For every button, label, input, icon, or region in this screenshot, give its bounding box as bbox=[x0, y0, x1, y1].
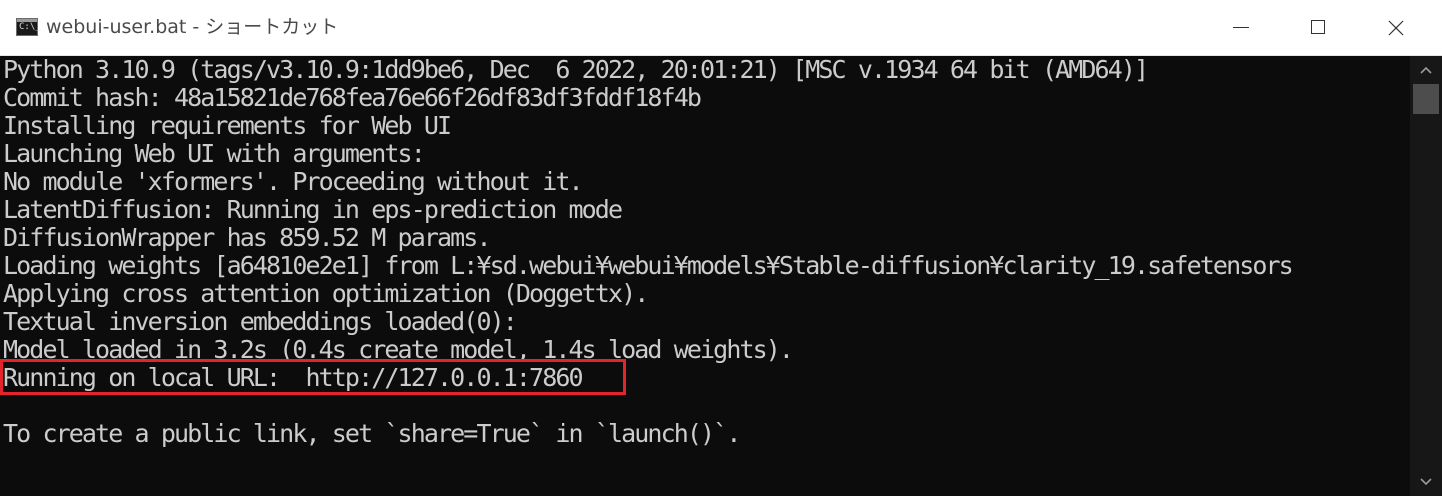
console-app-icon[interactable]: C:\_ bbox=[16, 18, 41, 36]
console-line-latent-diffusion: LatentDiffusion: Running in eps-predicti… bbox=[3, 195, 623, 224]
close-icon bbox=[1388, 20, 1404, 36]
scroll-up-button[interactable] bbox=[1410, 56, 1442, 84]
minimize-button[interactable] bbox=[1202, 0, 1280, 56]
minimize-icon bbox=[1233, 27, 1249, 28]
maximize-icon bbox=[1311, 20, 1325, 34]
close-button[interactable] bbox=[1358, 0, 1436, 56]
console-line-commit-hash: Commit hash: 48a15821de768fea76e66f26df8… bbox=[3, 83, 702, 112]
app-icon-label: C:\_ bbox=[19, 22, 41, 32]
scroll-down-button[interactable] bbox=[1410, 468, 1442, 496]
chevron-up-icon bbox=[1420, 66, 1432, 74]
console-output[interactable]: Python 3.10.9 (tags/v3.10.9:1dd9be6, Dec… bbox=[0, 56, 1410, 496]
console-line-loading-weights: Loading weights [a64810e2e1] from L:¥sd.… bbox=[3, 251, 1294, 280]
console-window: C:\_ webui-user.bat - ショートカット Python 3.1… bbox=[0, 0, 1442, 496]
chevron-down-icon bbox=[1420, 478, 1432, 486]
console-line-public-link: To create a public link, set `share=True… bbox=[3, 419, 741, 448]
maximize-button[interactable] bbox=[1280, 0, 1358, 56]
console-line-xformers: No module 'xformers'. Proceeding without… bbox=[3, 167, 584, 196]
window-title: webui-user.bat - ショートカット bbox=[46, 16, 339, 38]
console-line-launching: Launching Web UI with arguments: bbox=[3, 139, 426, 168]
vertical-scrollbar[interactable] bbox=[1410, 56, 1442, 496]
console-line-installing: Installing requirements for Web UI bbox=[3, 111, 452, 140]
console-line-textual-inversion: Textual inversion embeddings loaded(0): bbox=[3, 307, 518, 336]
scrollbar-thumb[interactable] bbox=[1413, 84, 1439, 114]
local-url-highlight-box bbox=[0, 359, 626, 395]
console-line-diffusion-wrapper: DiffusionWrapper has 859.52 M params. bbox=[3, 223, 492, 252]
title-bar[interactable]: C:\_ webui-user.bat - ショートカット bbox=[0, 0, 1442, 56]
console-line-python-version: Python 3.10.9 (tags/v3.10.9:1dd9be6, Dec… bbox=[3, 56, 1149, 84]
console-line-cross-attention: Applying cross attention optimization (D… bbox=[3, 279, 649, 308]
